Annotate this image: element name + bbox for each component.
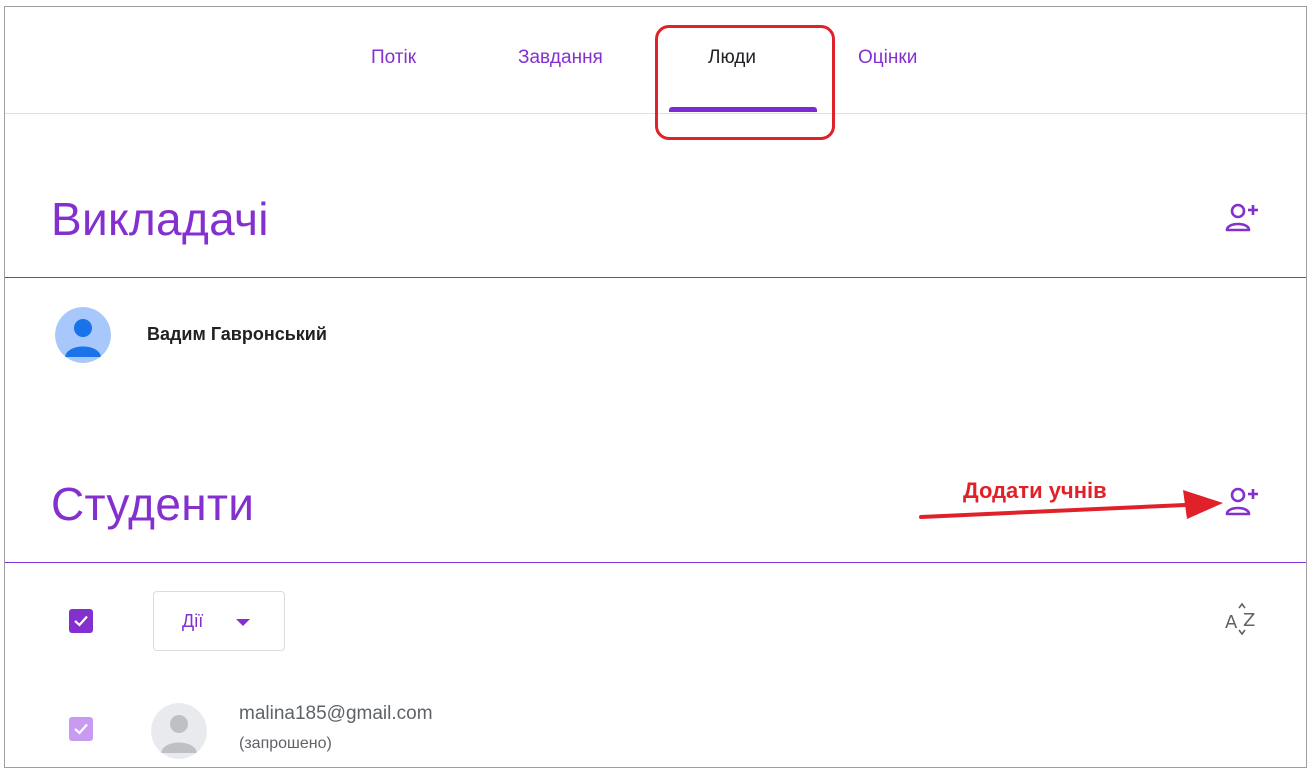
students-divider bbox=[5, 562, 1306, 563]
tab-stream[interactable]: Потік bbox=[371, 47, 416, 69]
students-heading: Студенти bbox=[51, 478, 255, 530]
annotation-arrow bbox=[919, 490, 1223, 519]
teacher-avatar bbox=[55, 307, 111, 363]
tab-classwork[interactable]: Завдання bbox=[518, 47, 603, 69]
classroom-people-page: Потік Завдання Люди Оцінки Викладачі Вад… bbox=[4, 6, 1307, 768]
student-status: (запрошено) bbox=[239, 735, 332, 752]
teachers-divider bbox=[5, 277, 1306, 278]
select-all-checkbox[interactable] bbox=[69, 609, 93, 633]
student-row-checkbox[interactable] bbox=[69, 717, 93, 741]
teachers-heading: Викладачі bbox=[51, 193, 269, 245]
check-icon bbox=[74, 615, 88, 627]
sort-az-icon[interactable]: A Z bbox=[1223, 602, 1263, 636]
svg-text:Z: Z bbox=[1243, 610, 1255, 631]
teacher-name[interactable]: Вадим Гавронський bbox=[147, 324, 327, 345]
check-icon bbox=[74, 723, 88, 735]
actions-label: Дії bbox=[182, 611, 204, 631]
add-teacher-icon[interactable] bbox=[1223, 199, 1261, 237]
tab-grades[interactable]: Оцінки bbox=[858, 47, 917, 69]
actions-dropdown[interactable]: Дії bbox=[153, 591, 285, 651]
student-email[interactable]: malina185@gmail.com bbox=[239, 703, 433, 725]
svg-text:A: A bbox=[1225, 612, 1238, 633]
student-avatar bbox=[151, 703, 207, 759]
caret-down-icon bbox=[236, 619, 250, 626]
tab-highlight-box bbox=[655, 25, 835, 140]
